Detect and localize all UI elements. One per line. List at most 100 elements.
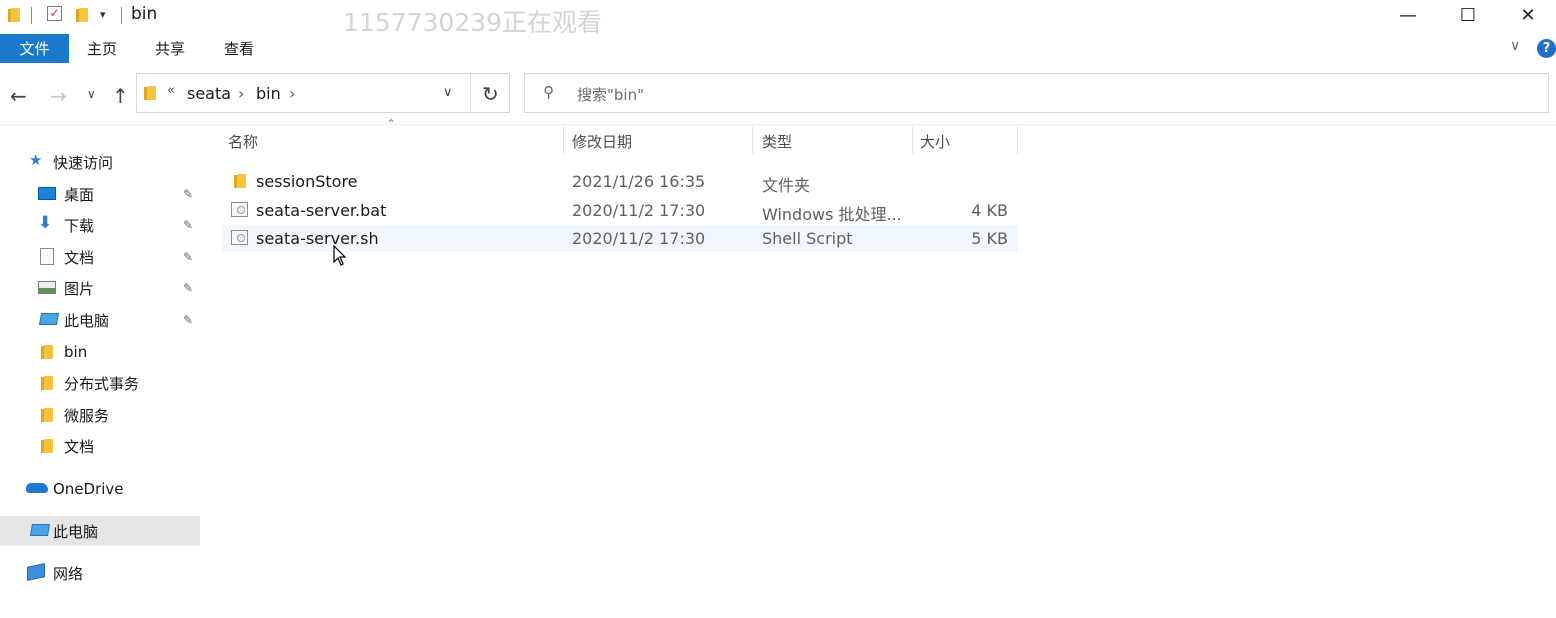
sidebar-item-label: 分布式事务	[64, 374, 140, 393]
tab-view[interactable]: 查看	[219, 34, 259, 63]
batch-file-icon	[231, 202, 248, 217]
sidebar-item-downloads[interactable]: ⬇ 下载 ✎	[0, 210, 200, 240]
expand-ribbon-icon[interactable]: ∨	[1510, 38, 1520, 54]
sidebar-item-label: 微服务	[64, 406, 110, 425]
forward-icon[interactable]: →	[50, 84, 67, 108]
folder-icon	[41, 439, 53, 453]
folder-icon	[8, 8, 20, 22]
sidebar-item-onedrive[interactable]: OneDrive	[0, 474, 200, 504]
script-file-icon	[231, 230, 248, 245]
pin-icon[interactable]: ✎	[183, 218, 193, 232]
mouse-cursor-icon	[333, 245, 347, 266]
sidebar-item-desktop[interactable]: 桌面 ✎	[0, 179, 200, 209]
folder-icon	[234, 174, 246, 188]
column-header-name[interactable]: 名称	[228, 131, 258, 152]
breadcrumb-separator[interactable]: ›	[238, 84, 244, 103]
pin-icon[interactable]: ✎	[183, 281, 193, 295]
sidebar-item-label: 网络	[53, 564, 84, 583]
star-icon: ★	[29, 151, 43, 169]
file-name: seata-server.sh	[256, 229, 379, 248]
breadcrumb-bin[interactable]: bin	[256, 84, 281, 103]
folder-icon	[144, 86, 156, 100]
address-dropdown-icon[interactable]: ∨	[443, 85, 453, 100]
breadcrumb-overflow[interactable]: «	[167, 83, 175, 98]
maximize-button[interactable]: ☐	[1438, 0, 1498, 30]
computer-icon	[38, 313, 60, 325]
network-icon	[27, 563, 45, 581]
column-header-modified[interactable]: 修改日期	[572, 131, 632, 152]
sidebar-item-this-pc-pinned[interactable]: 此电脑 ✎	[0, 305, 200, 335]
breadcrumb-separator[interactable]: ›	[289, 84, 295, 103]
file-modified: 2020/11/2 17:30	[572, 201, 706, 220]
sidebar-item-label: 桌面	[64, 185, 95, 204]
tab-share[interactable]: 共享	[150, 34, 190, 63]
pin-icon[interactable]: ✎	[183, 250, 193, 264]
sidebar-item-label: 此电脑	[64, 311, 110, 330]
tab-home[interactable]: 主页	[82, 34, 122, 63]
file-modified: 2020/11/2 17:30	[572, 229, 706, 248]
sidebar-item-label: 图片	[64, 279, 95, 298]
search-box[interactable]: ⚲ 搜索"bin"	[524, 73, 1549, 113]
search-input[interactable]: 搜索"bin"	[577, 84, 644, 105]
computer-icon	[29, 524, 51, 536]
divider	[0, 124, 1556, 125]
title-bar: ✓ ▾ bin 1157730239正在观看 — ☐ ✕	[0, 0, 1556, 37]
column-divider[interactable]	[752, 126, 753, 154]
sidebar-item-this-pc[interactable]: 此电脑	[0, 516, 200, 546]
recent-locations-icon[interactable]: ∨	[87, 87, 96, 101]
tab-file[interactable]: 文件	[0, 34, 69, 63]
file-size: 5 KB	[971, 229, 1008, 248]
file-row[interactable]: sessionStore 2021/1/26 16:35 文件夹	[222, 168, 1018, 195]
help-icon[interactable]: ?	[1537, 39, 1556, 58]
properties-icon[interactable]: ✓	[47, 6, 62, 21]
sidebar-item-docs-folder[interactable]: 文档	[0, 431, 200, 461]
file-name: sessionStore	[256, 172, 358, 191]
column-header-type[interactable]: 类型	[762, 131, 792, 152]
folder-icon	[41, 345, 53, 359]
sidebar-item-microservices[interactable]: 微服务	[0, 400, 200, 430]
back-icon[interactable]: ←	[10, 84, 27, 108]
column-divider[interactable]	[563, 126, 564, 154]
up-icon[interactable]: ↑	[112, 84, 129, 108]
close-button[interactable]: ✕	[1498, 0, 1556, 30]
cloud-icon	[26, 483, 48, 493]
sidebar-item-distributed-transactions[interactable]: 分布式事务	[0, 368, 200, 398]
sidebar-item-label: 文档	[64, 437, 95, 456]
address-bar[interactable]: « seata › bin › ∨	[136, 73, 510, 113]
column-divider[interactable]	[912, 126, 913, 154]
folder-icon	[41, 408, 53, 422]
picture-icon	[38, 281, 56, 294]
sort-ascending-icon: ⌃	[386, 117, 397, 131]
window-title: bin	[131, 4, 158, 24]
file-type: Windows 批处理...	[762, 205, 902, 224]
sidebar-item-label: 此电脑	[53, 522, 99, 541]
minimize-button[interactable]: —	[1378, 0, 1438, 30]
folder-icon	[41, 376, 53, 390]
column-header-size[interactable]: 大小	[920, 131, 950, 152]
sidebar-item-label: bin	[64, 343, 88, 361]
sidebar-item-label: 下载	[64, 216, 95, 235]
new-folder-icon[interactable]	[76, 8, 88, 22]
column-divider[interactable]	[1017, 126, 1018, 154]
file-type: Shell Script	[762, 229, 853, 248]
file-name: seata-server.bat	[256, 201, 387, 220]
pin-icon[interactable]: ✎	[183, 313, 193, 327]
pin-icon[interactable]: ✎	[183, 187, 193, 201]
breadcrumb-seata[interactable]: seata	[187, 84, 231, 103]
sidebar-item-label: OneDrive	[53, 480, 124, 498]
document-icon	[40, 248, 54, 265]
refresh-icon[interactable]: ↻	[482, 82, 499, 106]
download-icon: ⬇	[38, 213, 53, 233]
sidebar-item-documents[interactable]: 文档 ✎	[0, 242, 200, 272]
file-size: 4 KB	[971, 201, 1008, 220]
file-modified: 2021/1/26 16:35	[572, 172, 706, 191]
sidebar-item-quick-access[interactable]: ★ 快速访问	[0, 147, 200, 177]
sidebar-item-pictures[interactable]: 图片 ✎	[0, 273, 200, 303]
divider	[470, 74, 471, 112]
sidebar-item-network[interactable]: 网络	[0, 558, 200, 588]
file-row[interactable]: seata-server.bat 2020/11/2 17:30 Windows…	[222, 197, 1018, 224]
file-type: 文件夹	[762, 176, 811, 195]
sidebar-item-bin[interactable]: bin	[0, 337, 200, 367]
customize-toolbar-icon[interactable]: ▾	[100, 8, 106, 21]
sidebar-item-label: 快速访问	[53, 153, 114, 172]
